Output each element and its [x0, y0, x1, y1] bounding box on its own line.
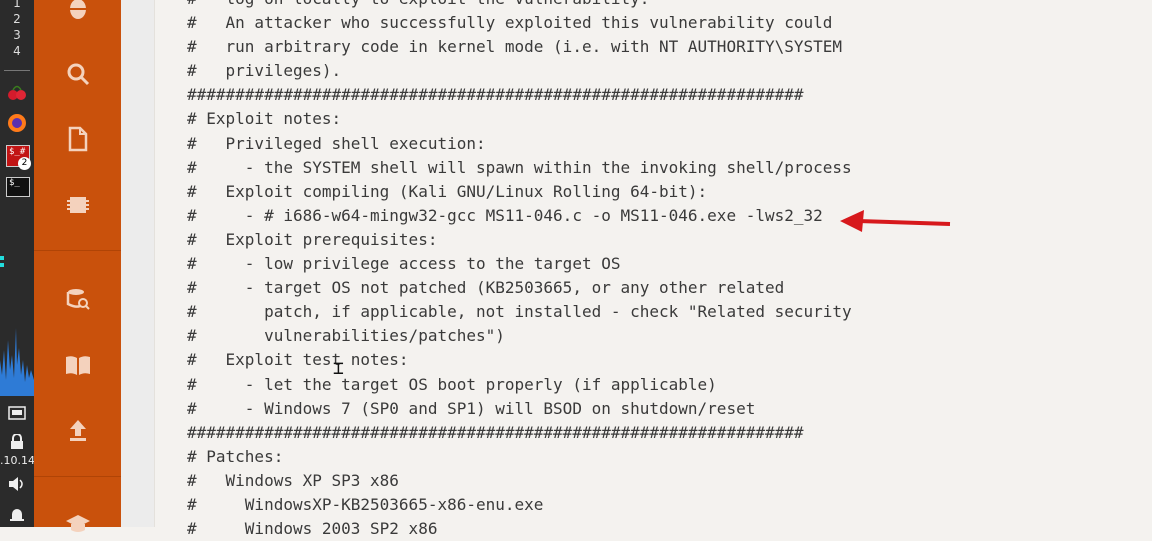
compile-command-line: # - # i686-w64-mingw32-gcc MS11-046.c -o… [187, 205, 823, 225]
sidebar-divider [34, 476, 121, 477]
desktop-panel: 1 2 3 4 $_# 2 $_ .10.14 [0, 0, 35, 527]
workspace-1[interactable]: 1 [2, 0, 32, 10]
code-line: # Windows XP SP3 x86 [187, 470, 399, 490]
red-arrow-annotation [840, 210, 951, 232]
volume-icon[interactable] [8, 476, 26, 492]
workspace-2[interactable]: 2 [2, 12, 32, 26]
database-search-icon[interactable] [65, 286, 91, 312]
code-line: # run arbitrary code in kernel mode (i.e… [187, 37, 843, 57]
network-icon[interactable] [8, 406, 26, 420]
workspace-3[interactable]: 3 [2, 28, 32, 42]
code-line: # Exploit test notes: [187, 350, 409, 370]
cpu-indicator [0, 263, 4, 267]
code-line: # Exploit notes: [187, 109, 342, 129]
code-line: # Exploit prerequisites: [187, 229, 438, 249]
code-line: ########################################… [187, 422, 804, 442]
exploit-source-code[interactable]: # log on locally to exploit the vulnerab… [187, 0, 852, 541]
code-line: ########################################… [187, 85, 804, 105]
terminal-icon[interactable]: $_ [6, 177, 30, 197]
bug-icon[interactable] [65, 0, 91, 22]
code-line: # - let the target OS boot properly (if … [187, 374, 717, 394]
code-line: # log on locally to exploit the vulnerab… [187, 0, 852, 11]
search-icon[interactable] [65, 61, 91, 87]
chip-icon[interactable] [65, 192, 91, 218]
code-line: # privileges). [187, 61, 342, 81]
code-line: # patch, if applicable, not installed - … [187, 302, 852, 322]
app-sidebar [34, 0, 121, 532]
code-line: # Privileged shell execution: [187, 133, 486, 153]
code-line: # - target OS not patched (KB2503665, or… [187, 278, 785, 298]
cpu-indicator [0, 256, 4, 260]
code-line: # - Windows 7 (SP0 and SP1) will BSOD on… [187, 398, 756, 418]
workspace-4[interactable]: 4 [2, 44, 32, 58]
document-icon[interactable] [65, 126, 91, 152]
book-icon[interactable] [65, 352, 91, 378]
code-line: # An attacker who successfully exploited… [187, 13, 833, 33]
text-cursor-icon: ⌶ [333, 358, 344, 379]
code-line: # vulnerabilities/patches") [187, 326, 505, 346]
panel-separator [4, 70, 30, 71]
firefox-icon[interactable] [7, 113, 27, 133]
content-gutter [121, 0, 154, 527]
code-line: # - low privilege access to the target O… [187, 254, 621, 274]
graduation-cap-icon[interactable] [65, 512, 91, 538]
code-line: # Exploit compiling (Kali GNU/Linux Roll… [187, 181, 708, 201]
code-line: # - the SYSTEM shell will spawn within t… [187, 157, 852, 177]
sidebar-divider [34, 250, 121, 251]
network-graph [0, 328, 34, 396]
notification-bell-icon[interactable] [9, 507, 25, 523]
code-line: # WindowsXP-KB2503665-x86-enu.exe [187, 494, 544, 514]
ip-address-label: .10.14 [0, 454, 35, 467]
code-line: # Patches: [187, 446, 284, 466]
lock-icon[interactable] [9, 434, 25, 450]
code-line: # Windows 2003 SP2 x86 [187, 519, 438, 539]
code-viewer[interactable]: # log on locally to exploit the vulnerab… [154, 0, 1152, 538]
cherrytree-icon[interactable] [7, 82, 27, 102]
terminal-count-badge: 2 [18, 157, 31, 170]
upload-icon[interactable] [65, 417, 91, 443]
